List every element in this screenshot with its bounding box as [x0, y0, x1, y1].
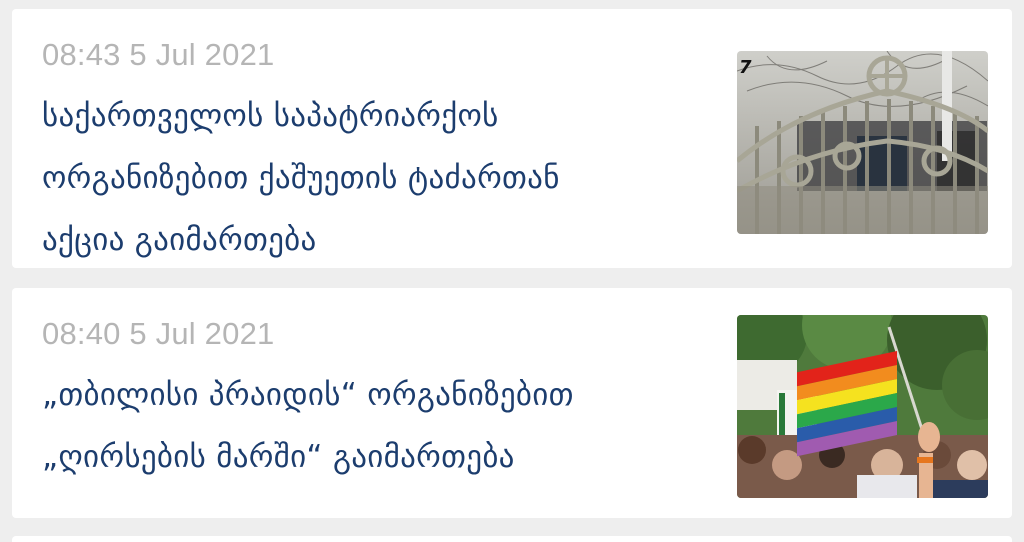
rainbow-flag-photo [737, 315, 988, 498]
church-gate-photo: 7 [737, 51, 988, 234]
article-timestamp: 08:43 5 Jul 2021 [42, 37, 275, 72]
article-headline[interactable]: „თბილისი პრაიდის“ ორგანიზებით „ღირსების … [42, 364, 722, 488]
headline-line: ორგანიზებით ქაშუეთის ტაძართან [42, 160, 560, 196]
headline-line: საქართველოს საპატრიარქოს [42, 98, 499, 134]
news-card[interactable] [12, 536, 1012, 542]
headline-line: „ღირსების მარში“ გაიმართება [42, 439, 515, 475]
article-thumbnail[interactable] [737, 315, 988, 498]
news-feed: 08:43 5 Jul 2021 საქართველოს საპატრიარქო… [0, 0, 1024, 542]
news-card[interactable]: 08:40 5 Jul 2021 „თბილისი პრაიდის“ ორგან… [12, 288, 1012, 518]
headline-line: აქცია გაიმართება [42, 222, 317, 258]
news-card[interactable]: 08:43 5 Jul 2021 საქართველოს საპატრიარქო… [12, 9, 1012, 268]
article-thumbnail[interactable]: 7 [737, 51, 988, 234]
channel-logo: 7 [739, 57, 752, 78]
headline-line: „თბილისი პრაიდის“ ორგანიზებით [42, 377, 574, 413]
article-timestamp: 08:40 5 Jul 2021 [42, 316, 275, 351]
article-headline[interactable]: საქართველოს საპატრიარქოს ორგანიზებით ქაშ… [42, 85, 722, 271]
news-card-text: 08:40 5 Jul 2021 „თბილისი პრაიდის“ ორგან… [42, 314, 722, 488]
news-card-text: 08:43 5 Jul 2021 საქართველოს საპატრიარქო… [42, 35, 722, 271]
